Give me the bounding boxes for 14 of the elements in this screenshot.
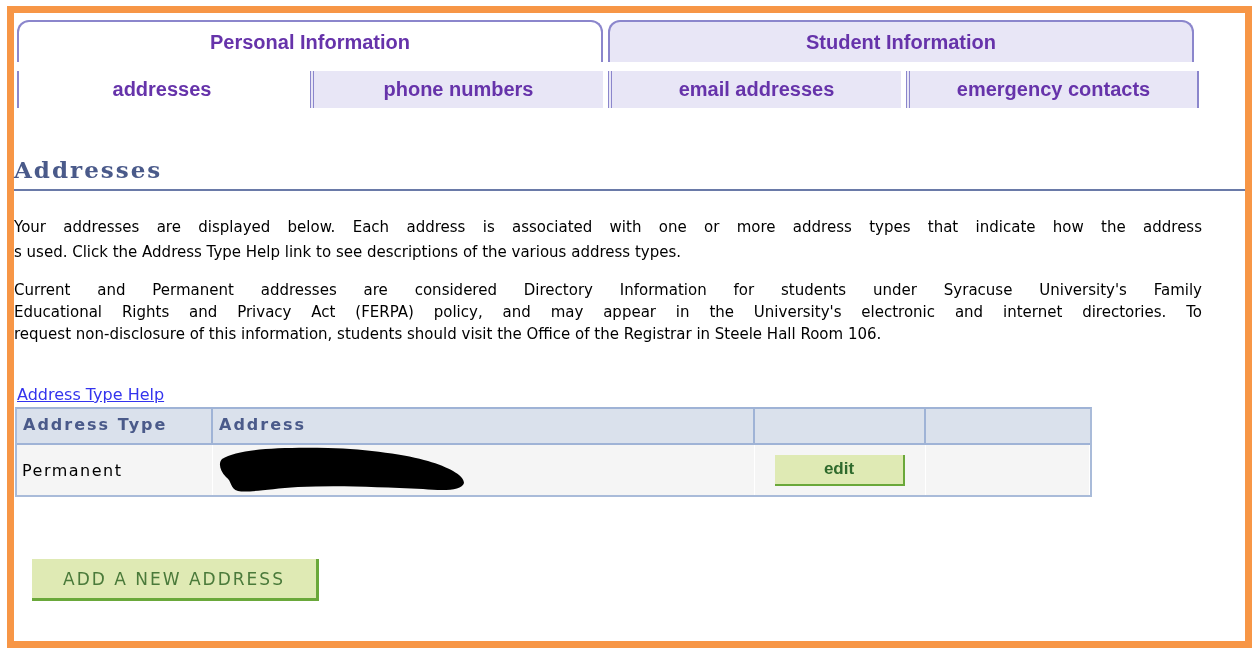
add-address-button[interactable]: ADD A NEW ADDRESS — [32, 559, 319, 601]
tab[interactable]: Student Information — [608, 20, 1194, 62]
subtab[interactable]: phone numbers — [310, 71, 603, 108]
column-header: Address — [213, 409, 755, 445]
subtab[interactable]: emergency contacts — [906, 71, 1199, 108]
paragraph: Your addresses are displayed below. Each address is associated with one or more address types that indicate how the address s used. Click the Address Type Help link to see descriptions of the various address types. — [14, 217, 1202, 263]
subtab[interactable]: email addresses — [608, 71, 901, 108]
table-cell: Permanent — [17, 445, 213, 495]
help-link[interactable]: Address Type Help — [17, 385, 165, 404]
edit-button[interactable]: edit — [775, 454, 905, 486]
paragraph: Current and Permanent addresses are considered Directory Information for students under Syracuse University's Family Educational Rights and Privacy Act (FERPA) policy, and may appear in the University's electronic and internet directories. To request non-disclosure of this information, students should visit the Office of the Registrar in Steele Hall Room 106. — [14, 280, 1202, 345]
tab[interactable]: Personal Information — [17, 20, 603, 62]
page-heading: Addresses — [14, 156, 1245, 191]
column-header: Address Type — [17, 409, 213, 445]
